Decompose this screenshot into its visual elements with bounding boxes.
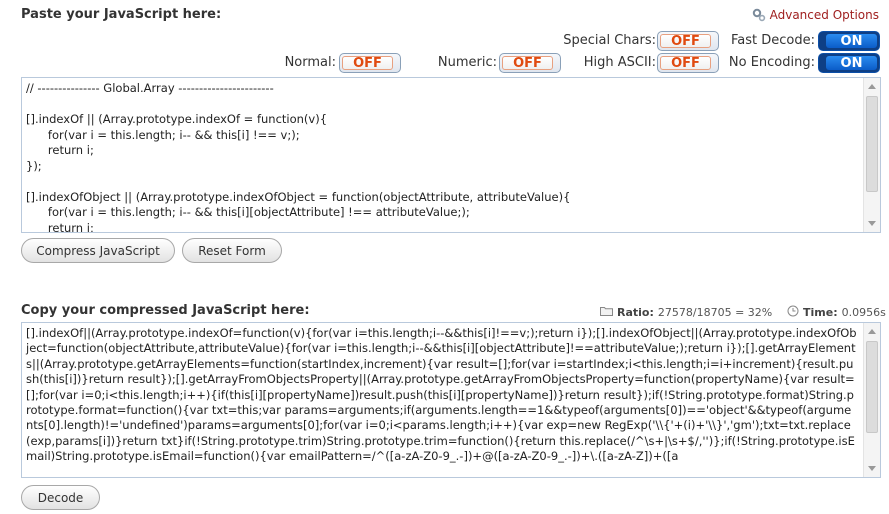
high-ascii-toggle-state: OFF [660, 56, 711, 71]
normal-toggle-state: OFF [342, 56, 393, 71]
scroll-up-arrow-icon[interactable] [868, 329, 876, 334]
advanced-options-link[interactable]: Advanced Options [752, 8, 879, 22]
gear-icon [752, 8, 766, 22]
numeric-label: Numeric: [437, 55, 497, 70]
no-encoding-toggle[interactable]: ON [818, 53, 880, 73]
input-code-text: // --------------- Global.Array --------… [26, 81, 571, 233]
output-section-title: Copy your compressed JavaScript here: [21, 303, 310, 318]
output-code-textarea[interactable]: [].indexOf||(Array.prototype.indexOf=fun… [21, 322, 881, 478]
fast-decode-toggle[interactable]: ON [818, 31, 880, 51]
time-stat: Time: 0.0956s [787, 305, 886, 320]
no-encoding-toggle-state: ON [826, 56, 877, 71]
output-scrollbar[interactable] [863, 323, 880, 477]
fast-decode-toggle-state: ON [826, 34, 877, 49]
time-label: Time: [803, 306, 838, 319]
special-chars-toggle[interactable]: OFF [657, 31, 719, 51]
normal-toggle[interactable]: OFF [339, 53, 401, 73]
ratio-label: Ratio: [617, 305, 654, 319]
scroll-down-arrow-icon[interactable] [868, 221, 876, 226]
compress-button[interactable]: Compress JavaScript [21, 238, 175, 263]
output-code-text: [].indexOf||(Array.prototype.indexOf=fun… [26, 326, 857, 464]
time-value: 0.0956s [841, 306, 886, 319]
advanced-options-label: Advanced Options [769, 8, 879, 22]
numeric-toggle-state: OFF [502, 56, 553, 71]
decode-button[interactable]: Decode [21, 485, 100, 510]
scroll-thumb[interactable] [866, 341, 878, 433]
no-encoding-label: No Encoding: [728, 55, 815, 70]
ratio-stat: Ratio: 27578/18705 = 32% [600, 305, 772, 319]
scroll-up-arrow-icon[interactable] [868, 84, 876, 89]
high-ascii-label: High ASCII: [583, 55, 656, 70]
input-scrollbar[interactable] [863, 78, 880, 232]
ratio-value: 27578/18705 = 32% [657, 305, 773, 319]
input-section-title: Paste your JavaScript here: [21, 7, 222, 22]
normal-label: Normal: [284, 55, 336, 70]
reset-form-button[interactable]: Reset Form [182, 238, 282, 263]
clock-icon [787, 305, 799, 320]
input-code-textarea[interactable]: // --------------- Global.Array --------… [21, 77, 881, 233]
high-ascii-toggle[interactable]: OFF [657, 53, 719, 73]
scroll-down-arrow-icon[interactable] [868, 466, 876, 471]
scroll-thumb[interactable] [866, 96, 878, 192]
special-chars-label: Special Chars: [563, 33, 656, 48]
fast-decode-label: Fast Decode: [731, 33, 815, 48]
folder-icon [600, 305, 613, 319]
special-chars-toggle-state: OFF [660, 34, 711, 49]
numeric-toggle[interactable]: OFF [499, 53, 561, 73]
